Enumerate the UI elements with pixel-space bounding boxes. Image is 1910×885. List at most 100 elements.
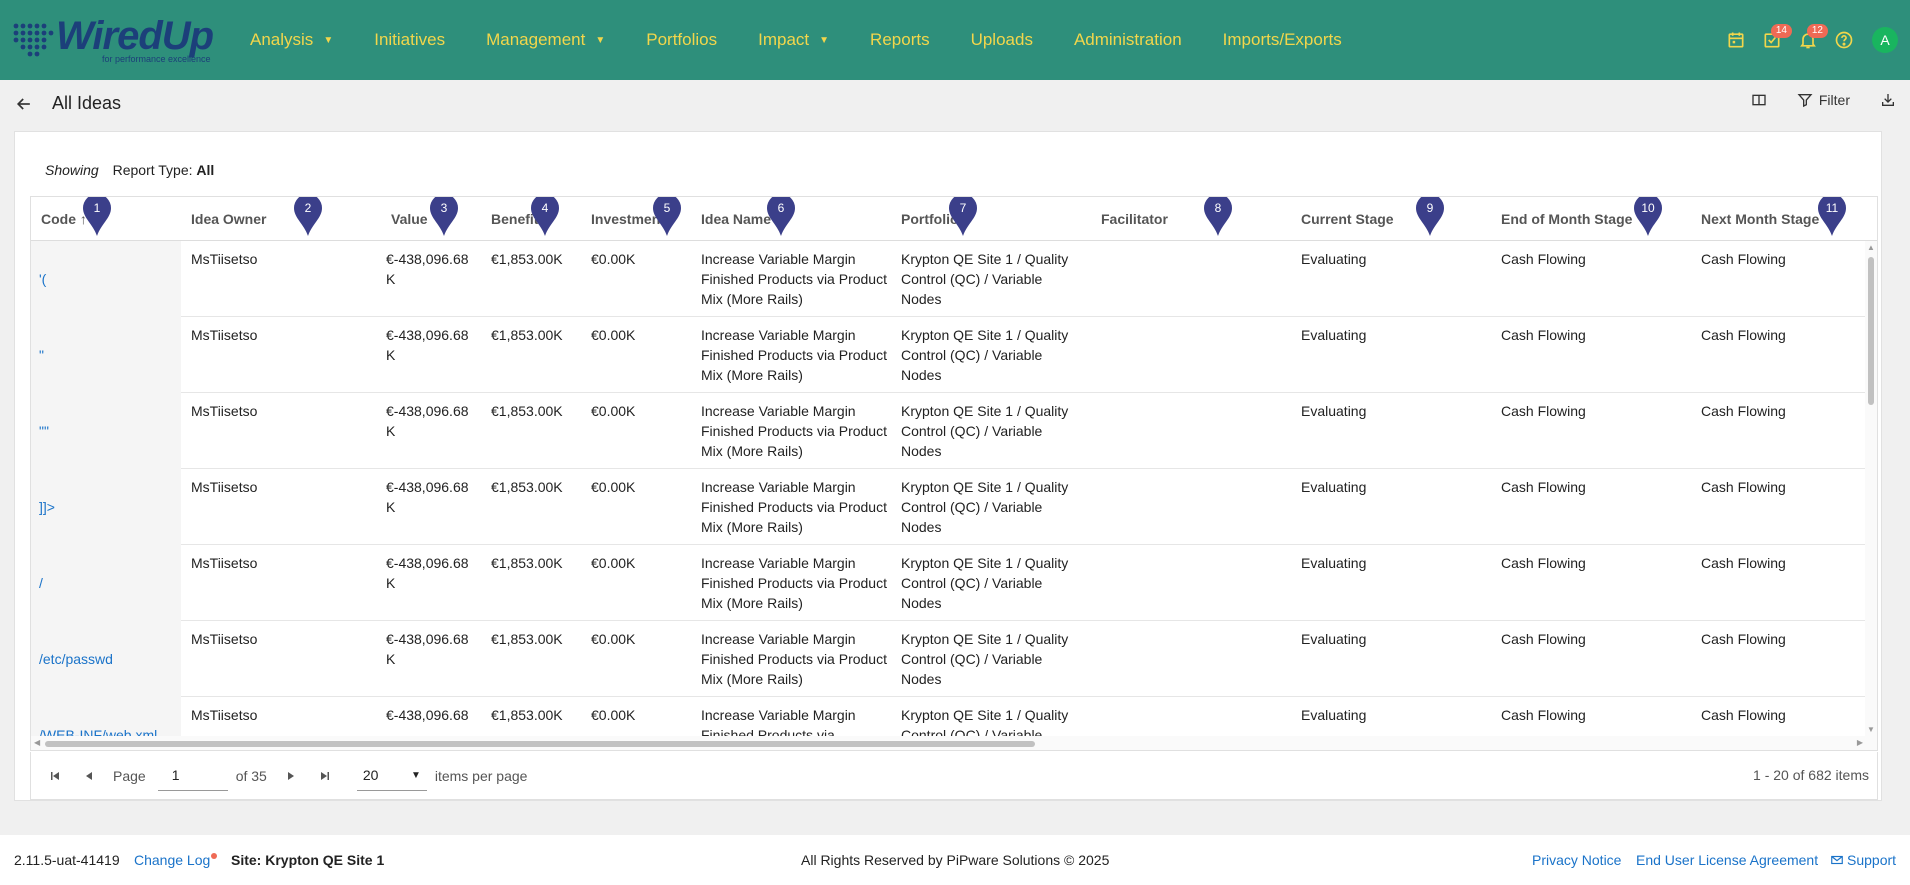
facilitator-cell bbox=[1101, 545, 1281, 553]
scroll-down-arrow-icon[interactable]: ▼ bbox=[1867, 725, 1875, 734]
items-range-label: 1 - 20 of 682 items bbox=[1753, 767, 1869, 783]
nav-administration[interactable]: Administration bbox=[1074, 30, 1182, 50]
nav-uploads[interactable]: Uploads bbox=[971, 30, 1033, 50]
idea-code-link[interactable]: ]]> bbox=[39, 497, 55, 517]
nav-analysis[interactable]: Analysis ▼ bbox=[250, 30, 333, 50]
tour-marker-pin-icon[interactable]: 5 bbox=[651, 196, 683, 238]
nav-label: Analysis bbox=[250, 30, 314, 49]
wiredup-logo[interactable]: WiredUp for performance excellence bbox=[12, 14, 216, 66]
user-avatar[interactable]: A bbox=[1872, 27, 1898, 53]
idea-code-link[interactable]: / bbox=[39, 573, 43, 593]
tour-marker-pin-icon[interactable]: 2 bbox=[292, 196, 324, 238]
next-stage-cell: Cash Flowing bbox=[1701, 327, 1786, 343]
horizontal-scrollbar[interactable]: ◀ ▶ bbox=[31, 736, 1877, 750]
owner-cell: MsTiisetso bbox=[191, 707, 258, 723]
filter-icon bbox=[1797, 94, 1813, 108]
idea-name-cell: Increase Variable Margin Finished Produc… bbox=[701, 403, 887, 459]
column-header-idea-owner[interactable]: Idea Owner bbox=[181, 197, 377, 241]
tour-marker-pin-icon[interactable]: 6 bbox=[765, 196, 797, 238]
column-header-facilitator[interactable]: Facilitator bbox=[1091, 197, 1287, 241]
tour-marker-pin-icon[interactable]: 1 bbox=[81, 196, 113, 238]
eom-stage-cell: Cash Flowing bbox=[1501, 327, 1586, 343]
idea-name-cell: Increase Variable Margin Finished Produc… bbox=[701, 251, 887, 307]
table-row[interactable]: / MsTiisetso €-438,096.68 K €1,853.00K €0.00… bbox=[31, 545, 1871, 621]
tour-marker-pin-icon[interactable]: 3 bbox=[428, 196, 460, 238]
scroll-right-arrow-icon[interactable]: ▶ bbox=[1857, 738, 1863, 747]
tour-marker-pin-icon[interactable]: 9 bbox=[1414, 196, 1446, 238]
nav-management[interactable]: Management ▼ bbox=[486, 30, 605, 50]
table-row[interactable]: '(MsTiisetso €-438,096.68 K €1,853.00K €0.0… bbox=[31, 241, 1871, 317]
code-cell: "" bbox=[31, 393, 181, 469]
privacy-notice-link[interactable]: Privacy Notice bbox=[1532, 852, 1621, 868]
vertical-scroll-thumb[interactable] bbox=[1868, 257, 1874, 405]
value-cell: €-438,096.68 K bbox=[386, 403, 469, 439]
owner-cell: MsTiisetso bbox=[191, 479, 258, 495]
current-stage-cell: Evaluating bbox=[1301, 631, 1367, 647]
logo-tagline: for performance excellence bbox=[102, 54, 211, 64]
caret-down-icon: ▼ bbox=[819, 34, 830, 46]
column-header-portfolio[interactable]: Portfolio bbox=[891, 197, 1087, 241]
scroll-up-arrow-icon[interactable]: ▲ bbox=[1867, 243, 1875, 252]
support-label: Support bbox=[1847, 852, 1897, 868]
table-row[interactable]: " MsTiisetso €-438,096.68 K €1,853.00K €0.00… bbox=[31, 317, 1871, 393]
code-cell: /etc/passwd bbox=[31, 621, 181, 697]
column-layout-button[interactable] bbox=[1751, 92, 1767, 108]
first-page-button[interactable] bbox=[45, 766, 65, 786]
support-link[interactable]: Support bbox=[1830, 852, 1896, 868]
idea-name-cell: Increase Variable Margin Finished Produc… bbox=[701, 555, 887, 611]
tour-marker-number: 8 bbox=[1215, 201, 1222, 215]
page-label: Page bbox=[113, 767, 146, 784]
next-page-button[interactable] bbox=[281, 766, 301, 786]
calendar-button[interactable] bbox=[1718, 22, 1754, 58]
nav-portfolios[interactable]: Portfolios bbox=[646, 30, 717, 50]
next-stage-cell: Cash Flowing bbox=[1701, 555, 1786, 571]
next-stage-cell: Cash Flowing bbox=[1701, 707, 1786, 723]
previous-page-icon bbox=[86, 771, 92, 780]
eom-stage-cell: Cash Flowing bbox=[1501, 707, 1586, 723]
previous-page-button[interactable] bbox=[79, 766, 99, 786]
horizontal-scroll-thumb[interactable] bbox=[45, 741, 1035, 747]
tasks-button[interactable]: 14 bbox=[1754, 22, 1792, 58]
download-button[interactable] bbox=[1880, 92, 1896, 108]
column-label: Idea Name bbox=[701, 211, 772, 227]
vertical-scrollbar[interactable]: ▲ ▼ bbox=[1865, 241, 1877, 736]
idea-code-link[interactable]: " bbox=[39, 345, 44, 365]
last-page-button[interactable] bbox=[315, 766, 335, 786]
nav-impact[interactable]: Impact ▼ bbox=[758, 30, 829, 50]
notifications-button[interactable]: 12 bbox=[1790, 22, 1828, 58]
page-number-input[interactable] bbox=[157, 760, 228, 791]
change-log-link[interactable]: Change Log bbox=[134, 852, 210, 868]
nav-initiatives[interactable]: Initiatives bbox=[374, 30, 445, 50]
column-label: Next Month Stage bbox=[1701, 211, 1820, 227]
tour-marker-pin-icon[interactable]: 10 bbox=[1632, 196, 1664, 238]
benefits-cell: €1,853.00K bbox=[491, 707, 563, 723]
idea-code-link[interactable]: "" bbox=[39, 421, 49, 441]
nav-imports-exports[interactable]: Imports/Exports bbox=[1223, 30, 1342, 50]
idea-code-link[interactable]: /WEB-INF/web.xml bbox=[39, 725, 157, 736]
help-button[interactable] bbox=[1826, 22, 1862, 58]
filter-button[interactable]: Filter bbox=[1797, 92, 1850, 108]
tour-marker-pin-icon[interactable]: 4 bbox=[529, 196, 561, 238]
eula-link[interactable]: End User License Agreement bbox=[1636, 852, 1818, 868]
table-row[interactable]: /etc/passwd MsTiisetso €-438,096.68 K €1,85… bbox=[31, 621, 1871, 697]
idea-code-link[interactable]: '( bbox=[39, 269, 46, 289]
column-header-current-stage[interactable]: Current Stage bbox=[1291, 197, 1487, 241]
page-count-label: of 35 bbox=[235, 767, 267, 784]
code-cell: '( bbox=[31, 241, 181, 317]
idea-code-link[interactable]: /etc/passwd bbox=[39, 649, 113, 669]
tour-marker-pin-icon[interactable]: 11 bbox=[1816, 196, 1848, 238]
tour-marker-number: 10 bbox=[1641, 201, 1655, 215]
table-row[interactable]: /WEB-INF/web.xml MsTiisetso €-438,096.68 €1… bbox=[31, 697, 1871, 736]
nav-reports[interactable]: Reports bbox=[870, 30, 930, 50]
scroll-left-arrow-icon[interactable]: ◀ bbox=[34, 738, 40, 747]
tour-marker-pin-icon[interactable]: 8 bbox=[1202, 196, 1234, 238]
items-per-page-select[interactable]: 20 ▼ bbox=[356, 761, 427, 791]
back-arrow-icon[interactable] bbox=[14, 94, 34, 114]
table-row[interactable]: "" MsTiisetso €-438,096.68 K €1,853.00K €0.0… bbox=[31, 393, 1871, 469]
facilitator-cell bbox=[1101, 241, 1281, 249]
portfolio-cell: Krypton QE Site 1 / Quality Control (QC)… bbox=[901, 403, 1069, 459]
table-row[interactable]: ]]> MsTiisetso €-438,096.68 K €1,853.00K €0.… bbox=[31, 469, 1871, 545]
tour-marker-pin-icon[interactable]: 7 bbox=[947, 196, 979, 238]
eom-stage-cell: Cash Flowing bbox=[1501, 555, 1586, 571]
owner-cell: MsTiisetso bbox=[191, 403, 258, 419]
